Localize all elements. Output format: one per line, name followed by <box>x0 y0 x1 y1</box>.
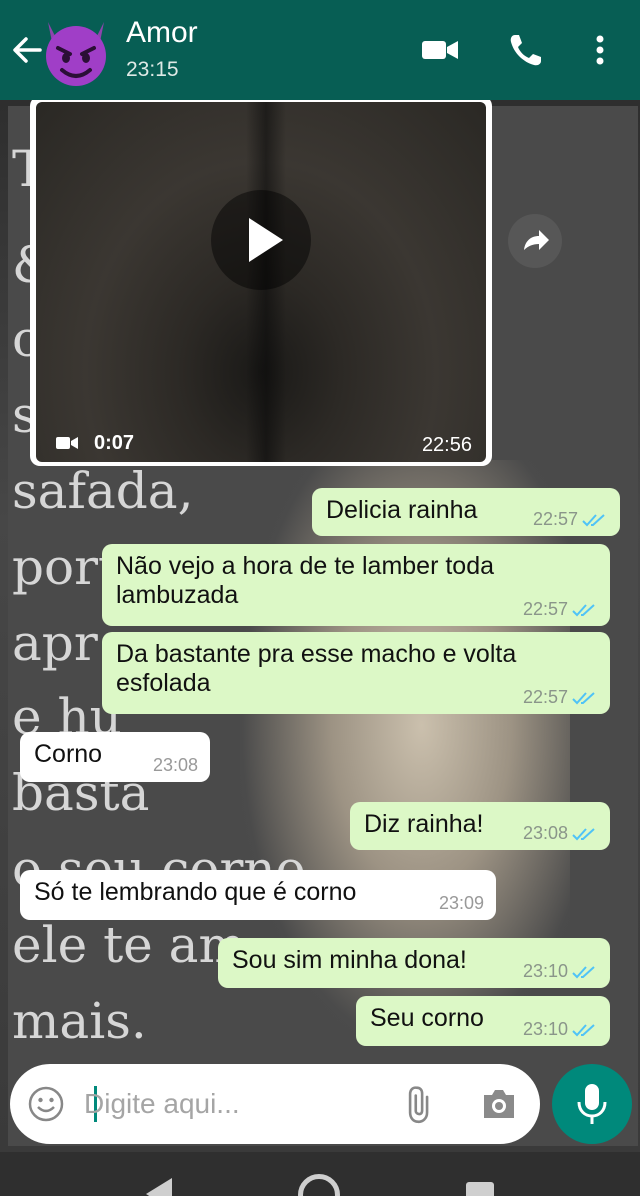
mic-button[interactable] <box>552 1064 632 1144</box>
message-time: 23:08 <box>152 755 198 775</box>
read-ticks-icon <box>572 966 595 979</box>
avatar[interactable] <box>38 12 114 88</box>
message-time: 22:57 <box>522 599 568 619</box>
smiling-devil-emoji-icon <box>46 22 106 86</box>
nav-recents-icon[interactable] <box>466 1182 494 1196</box>
share-forward-icon[interactable] <box>508 214 562 268</box>
message-composer <box>10 1064 540 1144</box>
wallpaper-text: apr <box>12 614 98 672</box>
nav-home-icon[interactable] <box>298 1174 340 1196</box>
message-meta: 23:10 <box>523 961 598 982</box>
message-bubble-outgoing[interactable]: Diz rainha! 23:08 <box>350 802 610 850</box>
chat-area[interactable]: T & c s safada, port apr e hu basta o se… <box>0 100 640 1152</box>
contact-name[interactable]: Amor <box>126 16 198 50</box>
message-text: Da bastante pra esse macho e volta esfol… <box>116 640 517 697</box>
message-text: Diz rainha! <box>364 810 484 838</box>
message-time: 22:57 <box>522 687 568 707</box>
message-meta: 23:08 <box>523 823 598 844</box>
attach-icon[interactable] <box>400 1084 440 1124</box>
video-message[interactable]: 0:07 22:56 <box>30 100 492 466</box>
phone-icon[interactable] <box>506 30 546 70</box>
read-ticks-icon <box>572 828 595 841</box>
more-vertical-icon[interactable] <box>588 30 612 70</box>
message-meta: 23:10 <box>523 1019 598 1040</box>
message-text: Sou sim minha dona! <box>232 946 467 974</box>
message-time: 22:57 <box>532 509 578 529</box>
message-input[interactable] <box>84 1080 384 1128</box>
message-text: Não vejo a hora de te lamber toda lambuz… <box>116 552 495 609</box>
camera-icon[interactable] <box>480 1086 518 1122</box>
video-camera-icon[interactable] <box>420 30 460 70</box>
message-bubble-outgoing[interactable]: Não vejo a hora de te lamber toda lambuz… <box>102 544 610 626</box>
message-text: Só te lembrando que é corno <box>34 878 357 906</box>
chat-header: Amor 23:15 <box>0 0 640 100</box>
message-time: 23:09 <box>438 893 484 913</box>
read-ticks-icon <box>572 604 595 617</box>
read-ticks-icon <box>572 1024 595 1037</box>
system-navigation-bar <box>0 1152 640 1196</box>
message-text: Delicia rainha <box>326 496 478 524</box>
emoji-icon[interactable] <box>28 1086 64 1122</box>
message-time: 23:10 <box>522 1019 568 1039</box>
video-duration: 0:07 <box>94 432 135 454</box>
nav-back-icon[interactable] <box>146 1178 172 1196</box>
last-seen-time: 23:15 <box>126 58 179 81</box>
message-time: 23:08 <box>522 823 568 843</box>
wallpaper-text: ele te am <box>12 916 246 974</box>
message-bubble-outgoing[interactable]: Da bastante pra esse macho e volta esfol… <box>102 632 610 714</box>
message-bubble-outgoing[interactable]: Delicia rainha 22:57 <box>312 488 620 536</box>
message-bubble-outgoing[interactable]: Seu corno 23:10 <box>356 996 610 1046</box>
message-meta: 22:57 <box>523 599 598 620</box>
message-meta: 22:57 <box>533 509 608 530</box>
wallpaper-text: mais. <box>12 992 147 1050</box>
video-thumbnail[interactable]: 0:07 22:56 <box>36 102 486 462</box>
video-camera-small-icon <box>56 437 78 449</box>
message-time: 22:56 <box>421 434 472 456</box>
wallpaper-text: safada, <box>12 462 194 520</box>
message-bubble-outgoing[interactable]: Sou sim minha dona! 23:10 <box>218 938 610 988</box>
read-ticks-icon <box>582 514 605 527</box>
message-bubble-incoming[interactable]: Corno 23:08 <box>20 732 210 782</box>
message-text: Corno <box>34 740 103 768</box>
read-ticks-icon <box>572 692 595 705</box>
message-bubble-incoming[interactable]: Só te lembrando que é corno 23:09 <box>20 870 496 920</box>
mic-icon <box>577 1084 607 1124</box>
play-icon[interactable] <box>211 190 311 290</box>
message-time: 23:10 <box>522 961 568 981</box>
message-meta: 22:57 <box>523 687 598 708</box>
message-text: Seu corno <box>370 1004 484 1032</box>
